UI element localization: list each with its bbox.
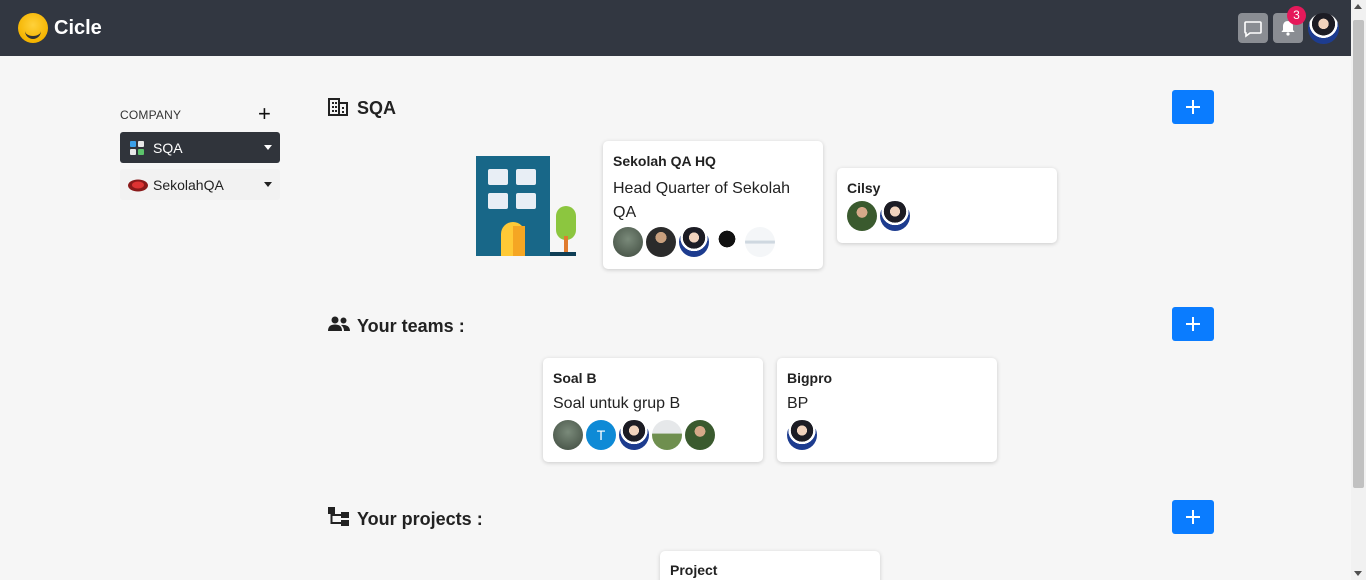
company-section-title: SQA — [357, 98, 397, 118]
avatar[interactable] — [646, 227, 676, 257]
card-description: Head Quarter of Sekolah QA — [613, 180, 790, 221]
sekolahqa-logo-icon — [128, 179, 148, 192]
project-card[interactable]: Project — [660, 551, 880, 580]
avatar[interactable]: T — [586, 420, 616, 450]
member-avatars — [847, 201, 913, 231]
add-company-button[interactable]: + — [258, 103, 271, 125]
add-group-button[interactable] — [1172, 90, 1214, 124]
card-description: BP — [787, 395, 809, 412]
avatar[interactable] — [553, 420, 583, 450]
company-name: SQA — [153, 140, 183, 156]
avatar[interactable] — [652, 420, 682, 450]
caret-down-icon[interactable] — [264, 182, 272, 187]
avatar[interactable] — [679, 227, 709, 257]
company-item-sekolahqa[interactable]: SekolahQA — [120, 169, 280, 200]
card-description: Soal untuk grup B — [553, 395, 681, 412]
card-title: Cilsy — [847, 180, 881, 196]
scroll-down-arrow-icon[interactable] — [1354, 571, 1362, 576]
building-icon — [328, 98, 348, 116]
avatar[interactable] — [847, 201, 877, 231]
company-name: SekolahQA — [153, 177, 224, 193]
group-card-cilsy[interactable]: Cilsy — [837, 168, 1057, 243]
avatar[interactable] — [787, 420, 817, 450]
people-icon — [328, 316, 350, 331]
caret-down-icon[interactable] — [264, 145, 272, 150]
chat-icon — [1244, 21, 1262, 38]
avatar[interactable] — [880, 201, 910, 231]
projects-section-title: Your projects : — [357, 509, 483, 529]
card-title: Bigpro — [787, 370, 833, 386]
add-project-button[interactable] — [1172, 500, 1214, 534]
scrollbar-thumb[interactable] — [1353, 20, 1364, 488]
avatar[interactable] — [613, 227, 643, 257]
building-illustration — [476, 156, 576, 256]
card-title: Project — [670, 562, 718, 578]
member-avatars — [613, 227, 778, 257]
notification-count-badge: 3 — [1287, 6, 1306, 25]
add-team-button[interactable] — [1172, 307, 1214, 341]
avatar[interactable] — [745, 227, 775, 257]
avatar[interactable] — [712, 227, 742, 257]
teams-section-title: Your teams : — [357, 316, 465, 336]
brand-name[interactable]: Cicle — [54, 17, 102, 40]
hierarchy-icon — [328, 507, 349, 526]
user-avatar[interactable] — [1308, 13, 1339, 44]
member-avatars: T — [553, 420, 718, 450]
scroll-up-arrow-icon[interactable] — [1354, 4, 1362, 9]
card-title: Soal B — [553, 370, 597, 386]
avatar[interactable] — [619, 420, 649, 450]
member-avatars — [787, 420, 820, 450]
card-title: Sekolah QA HQ — [613, 153, 716, 169]
group-card-sekolah-qa-hq[interactable]: Sekolah QA HQ Head Quarter of Sekolah QA — [603, 141, 823, 269]
sqa-logo-icon — [130, 141, 144, 155]
avatar[interactable] — [685, 420, 715, 450]
company-item-sqa[interactable]: SQA — [120, 132, 280, 163]
team-card-soal-b[interactable]: Soal B Soal untuk grup B T — [543, 358, 763, 462]
cicle-logo-icon[interactable] — [18, 13, 48, 43]
chat-button[interactable] — [1238, 13, 1268, 43]
team-card-bigpro[interactable]: Bigpro BP — [777, 358, 997, 462]
top-navbar: Cicle — [0, 0, 1351, 56]
company-label: COMPANY — [120, 108, 182, 122]
